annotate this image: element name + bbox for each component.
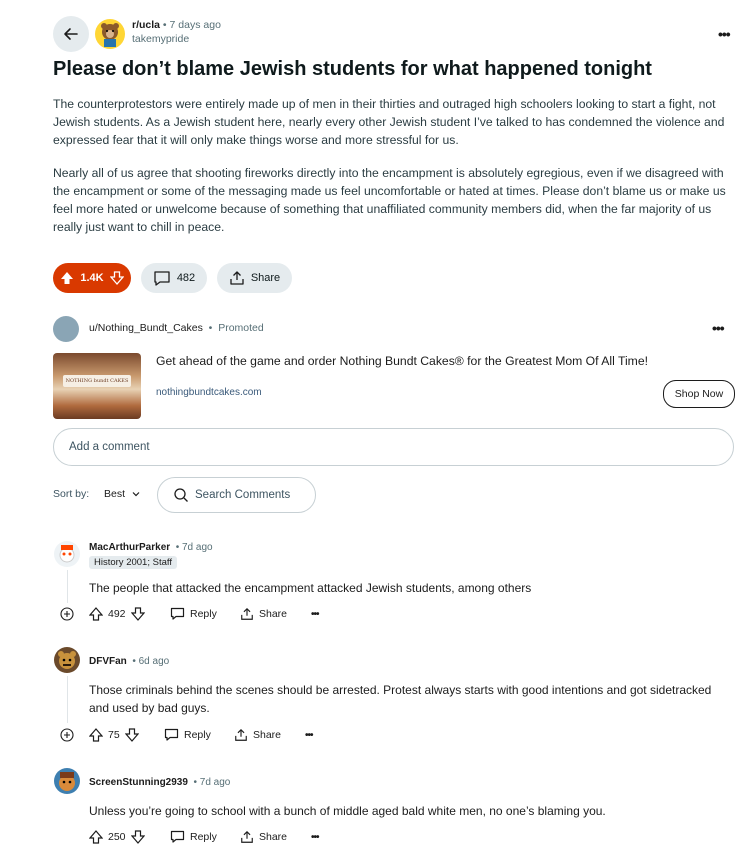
avatar[interactable] [54,768,80,794]
expand-icon[interactable] [60,728,74,742]
post-time: • 7 days ago [160,19,221,31]
comment-vote-control[interactable]: 75 [89,728,139,742]
share-button[interactable]: Share [217,263,292,293]
comment-vote-count: 250 [108,831,126,843]
comment-more-icon[interactable]: ••• [305,730,313,741]
comment-vote-control[interactable]: 492 [89,607,145,621]
search-icon [174,488,188,502]
reply-button[interactable]: Reply [164,728,211,742]
upvote-icon[interactable] [89,607,103,621]
promo-more-icon[interactable]: ••• [712,320,725,336]
share-label: Share [259,608,288,620]
comment-time: 7d ago [182,542,213,553]
ucla-bear-icon [101,23,119,47]
more-icon[interactable]: ••• [718,26,731,42]
reply-button[interactable]: Reply [170,607,217,621]
avatar[interactable] [54,541,80,567]
back-arrow-icon [64,28,78,40]
promo-author[interactable]: u/Nothing_Bundt_Cakes • Promoted [89,322,264,334]
comment-count: 482 [176,272,196,284]
post-body-paragraph-2: Nearly all of us agree that shooting fir… [53,166,726,234]
comment-text: Unless you’re going to school with a bun… [89,804,606,818]
back-button[interactable] [53,16,89,52]
vote-count: 1.4K [80,272,104,284]
comment-vote-control[interactable]: 250 [89,830,145,844]
add-comment-placeholder: Add a comment [69,441,150,453]
promoted-tag: Promoted [218,322,264,334]
thread-line[interactable] [67,570,68,603]
comment-vote-count: 492 [108,608,126,620]
comment-more-icon[interactable]: ••• [311,609,319,620]
upvote-icon[interactable] [89,728,103,742]
comment-author[interactable]: ScreenStunning2939 • 7d ago [89,777,230,788]
thread-line[interactable] [67,676,68,723]
reply-button[interactable]: Reply [170,830,217,844]
promo-image[interactable]: NOTHING bundt CAKES [53,353,141,419]
search-comments-input[interactable]: Search Comments [157,477,316,513]
subreddit-name[interactable]: r/ucla • 7 days ago [132,19,221,31]
promo-link[interactable]: nothingbundtcakes.com [156,387,262,398]
vote-control[interactable]: 1.4K [53,263,131,293]
promo-image-brand: NOTHING bundt CAKES [63,375,131,387]
share-icon [230,271,244,285]
sort-label: Sort by: [53,488,90,500]
comment-icon [164,728,179,741]
user-flair: History 2001; Staff [89,556,177,569]
sort-dropdown[interactable]: Best [104,488,141,500]
share-label: Share [259,831,288,843]
comment-vote-count: 75 [108,729,120,741]
share-label: Share [253,729,282,741]
post-body-paragraph-1: The counterprotestors were entirely made… [53,97,725,147]
avatar[interactable] [54,647,80,673]
reply-label: Reply [190,831,217,843]
comment-icon [170,607,185,620]
upvote-icon[interactable] [60,271,74,285]
post-title: Please don’t blame Jewish students for w… [53,58,652,80]
comment-icon [154,271,170,286]
comment-text: The people that attacked the encampment … [89,581,532,595]
comments-button[interactable]: 482 [141,263,207,293]
reply-label: Reply [190,608,217,620]
comment-text: Those criminals behind the scenes should… [89,683,712,715]
downvote-icon[interactable] [130,607,145,621]
share-button[interactable]: Share [240,830,287,844]
comment-author[interactable]: MacArthurParker • 7d ago [89,542,213,553]
comment-icon [170,830,185,843]
downvote-icon[interactable] [130,830,145,844]
shop-now-button[interactable]: Shop Now [663,380,735,408]
subreddit-avatar[interactable] [95,19,125,49]
comment-time: 7d ago [199,777,231,788]
share-button[interactable]: Share [240,607,287,621]
upvote-icon[interactable] [89,830,103,844]
promo-avatar[interactable] [53,316,79,342]
promo-headline[interactable]: Get ahead of the game and order Nothing … [156,354,716,368]
share-icon [241,830,253,843]
sort-value: Best [104,488,126,500]
add-comment-input[interactable]: Add a comment [53,428,734,466]
share-label: Share [250,272,281,284]
reply-label: Reply [184,729,211,741]
comment-time: 6d ago [138,656,170,667]
downvote-icon[interactable] [124,728,139,742]
comment-author[interactable]: DFVFan • 6d ago [89,656,169,667]
share-icon [235,728,247,741]
share-icon [241,607,253,620]
search-comments-placeholder: Search Comments [195,489,291,501]
comment-more-icon[interactable]: ••• [311,832,319,843]
post-author[interactable]: takemypride [132,33,189,45]
share-button[interactable]: Share [234,728,281,742]
downvote-icon[interactable] [109,271,124,285]
chevron-down-icon [132,492,140,497]
expand-icon[interactable] [60,607,74,621]
